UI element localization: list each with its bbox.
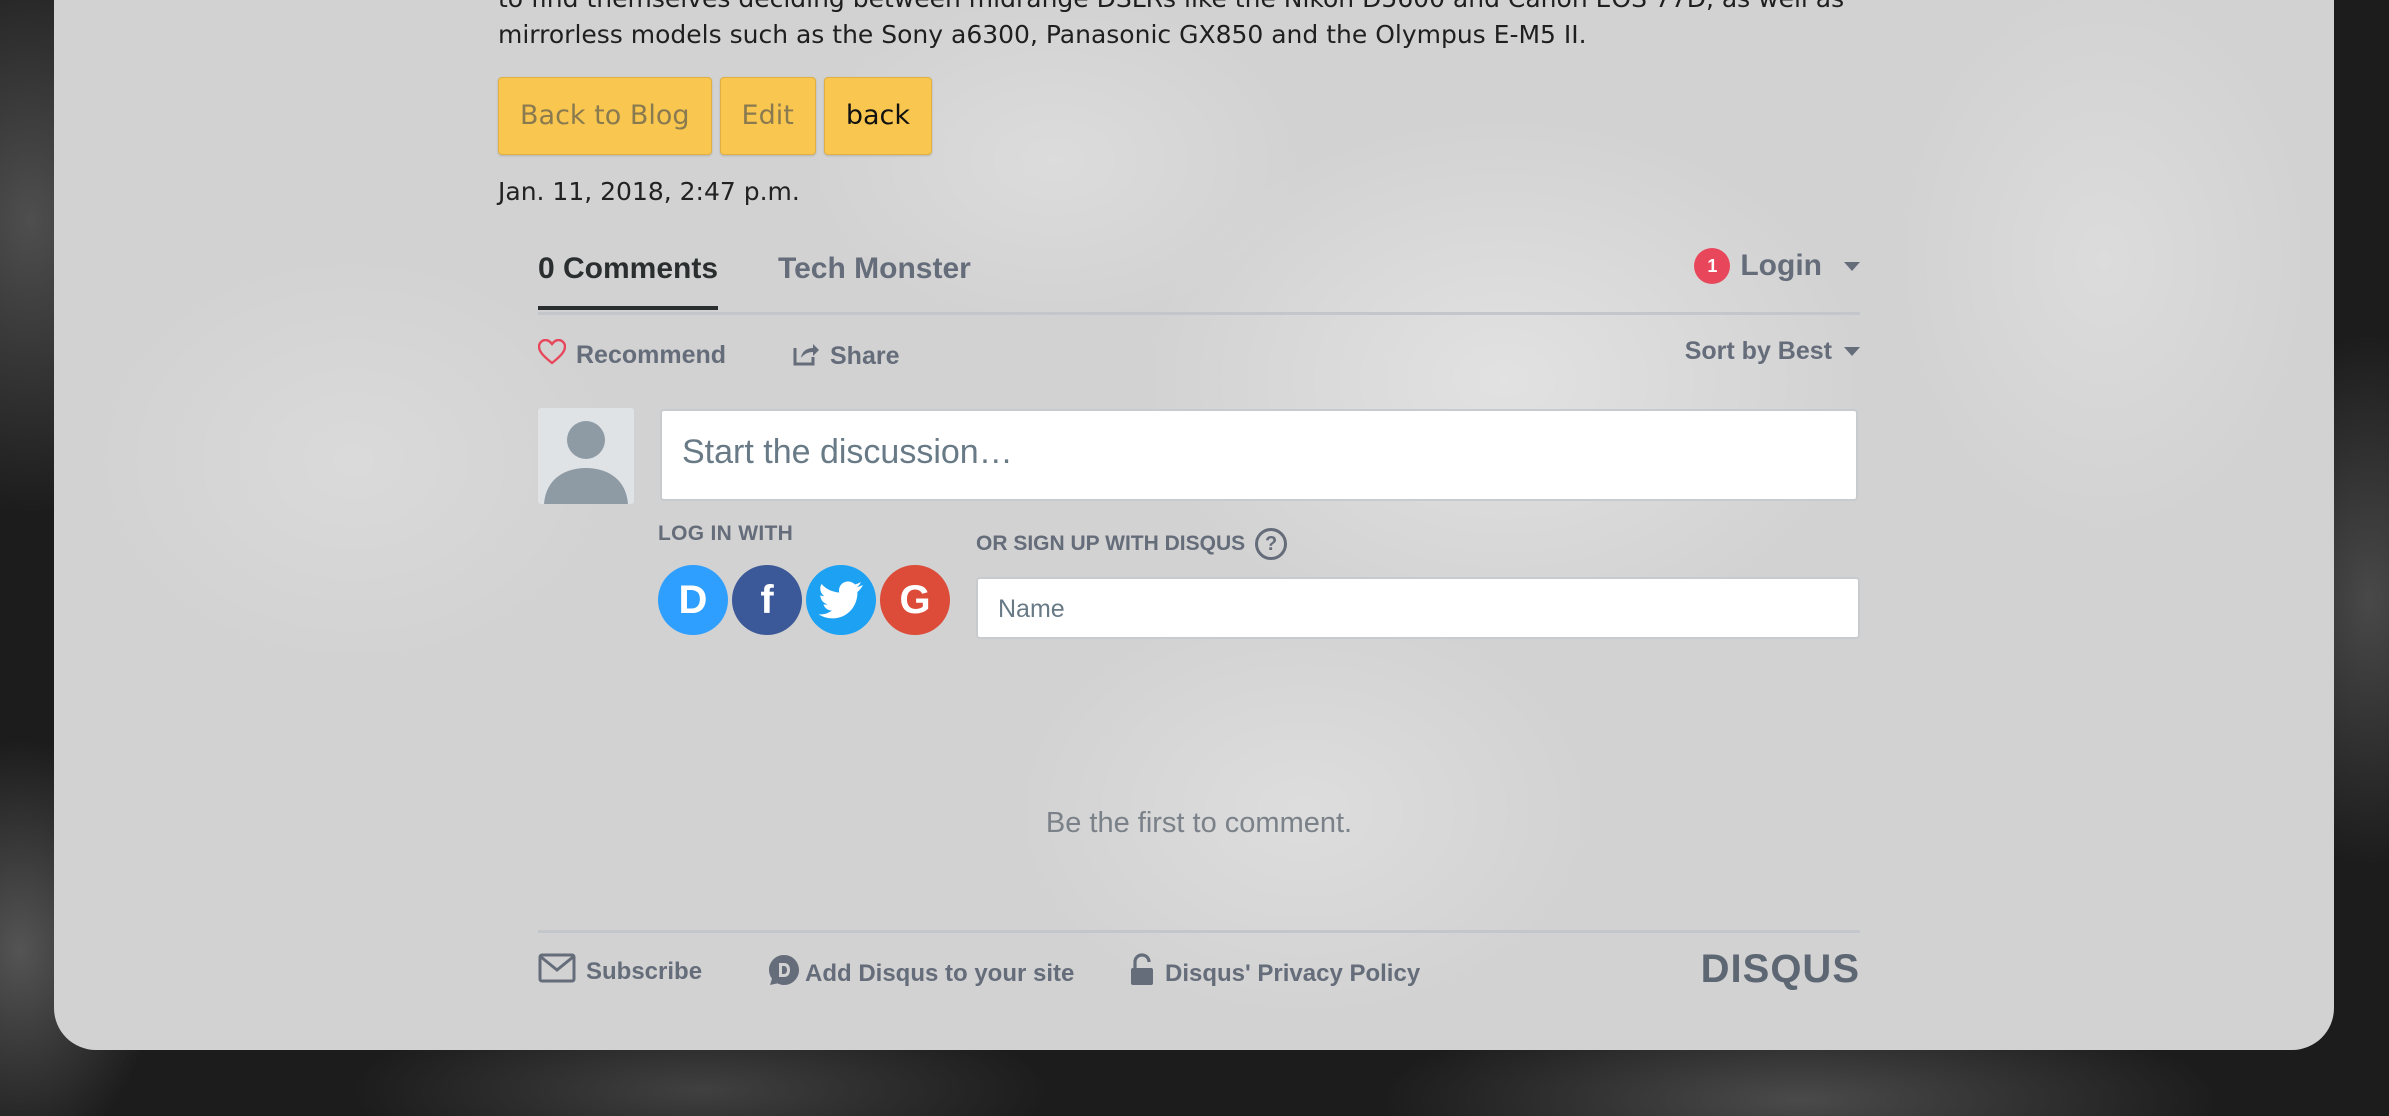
article-body: The X-T20 finds itself in a competitive … <box>498 0 1844 49</box>
login-with-label: LOG IN WITH <box>658 522 794 545</box>
content-card: The X-T20 finds itself in a competitive … <box>54 0 2334 1050</box>
back-to-blog-button[interactable]: Back to Blog <box>498 77 712 155</box>
edit-button[interactable]: Edit <box>719 77 816 155</box>
tab-forum[interactable]: Tech Monster <box>778 252 971 286</box>
heart-icon <box>537 338 567 372</box>
recommend-label: Recommend <box>576 341 727 369</box>
caret-down-icon <box>1844 347 1860 356</box>
article-buttons: Back to Blog Edit back <box>498 77 932 155</box>
comment-textbox[interactable]: Start the discussion… <box>660 409 1858 501</box>
share-label: Share <box>830 342 900 370</box>
google-login-button[interactable]: G <box>880 565 950 635</box>
tab-comments[interactable]: 0 Comments <box>538 252 719 310</box>
disqus-logo[interactable]: DISQUS <box>1701 947 1860 992</box>
add-disqus-label: Add Disqus to your site <box>805 959 1075 987</box>
help-icon[interactable]: ? <box>1255 528 1288 560</box>
signup-label-row: OR SIGN UP WITH DISQUS ? <box>976 528 1288 560</box>
recommend-button[interactable]: Recommend <box>537 338 727 372</box>
sort-dropdown[interactable]: Sort by Best <box>1685 337 1860 366</box>
subscribe-label: Subscribe <box>586 957 703 985</box>
privacy-label: Disqus' Privacy Policy <box>1165 959 1421 987</box>
twitter-login-button[interactable] <box>806 565 876 635</box>
disqus-thread: 0 Comments Tech Monster 1 Login Recommen… <box>537 240 1860 991</box>
signup-label: OR SIGN UP WITH DISQUS <box>976 532 1246 555</box>
name-input[interactable]: Name <box>976 577 1860 639</box>
facebook-login-button[interactable]: f <box>732 565 802 635</box>
empty-thread-message: Be the first to comment. <box>1045 807 1353 839</box>
twitter-icon <box>818 581 863 619</box>
login-menu[interactable]: 1 Login <box>1694 248 1860 284</box>
avatar-icon <box>538 408 634 504</box>
add-disqus-link[interactable]: Add Disqus to your site <box>767 953 1074 994</box>
lock-icon <box>1129 953 1155 994</box>
share-button[interactable]: Share <box>792 339 899 374</box>
post-date: Jan. 11, 2018, 2:47 p.m. <box>498 177 800 206</box>
share-icon <box>792 339 820 374</box>
privacy-policy-link[interactable]: Disqus' Privacy Policy <box>1129 953 1420 994</box>
subscribe-link[interactable]: Subscribe <box>538 953 702 990</box>
disqus-nav: 0 Comments Tech Monster 1 Login <box>538 240 1860 315</box>
thread-actions: Recommend Share Sort by Best <box>537 325 1860 385</box>
back-button[interactable]: back <box>823 77 932 155</box>
caret-down-icon <box>1844 261 1860 271</box>
disqus-footer: Subscribe Add Disqus to your site Disqus… <box>538 930 1860 1003</box>
disqus-login-button[interactable]: D <box>658 565 728 635</box>
envelope-icon <box>538 953 576 990</box>
login-label: Login <box>1740 249 1822 282</box>
social-login-buttons: D f G <box>658 565 950 635</box>
disqus-icon <box>767 953 801 994</box>
sort-label: Sort by Best <box>1684 337 1832 365</box>
notification-badge: 1 <box>1694 248 1731 284</box>
